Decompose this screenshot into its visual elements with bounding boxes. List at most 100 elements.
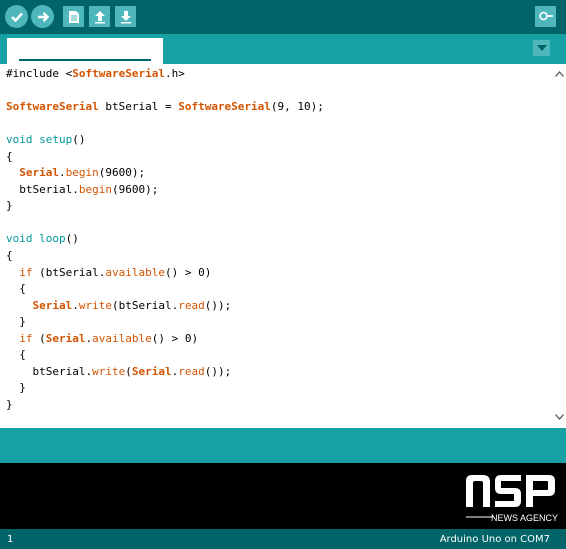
code-token: write (78, 298, 112, 312)
code-token: Serial (131, 364, 172, 378)
chevron-up-icon (554, 71, 564, 77)
code-token: ()); (204, 364, 232, 378)
board-port-info: Arduino Uno on COM7 (439, 534, 550, 545)
arrow-down-icon (120, 10, 131, 23)
code-token: { (6, 149, 13, 163)
code-line[interactable]: { (6, 149, 324, 166)
tab-sketch[interactable] (7, 38, 163, 64)
code-token: (btSerial. (112, 298, 179, 312)
code-line[interactable]: ​ (6, 83, 324, 100)
code-token: Serial (45, 331, 86, 345)
code-token: .h> (164, 67, 185, 80)
status-bar: 1 Arduino Uno on COM7 (0, 529, 566, 549)
code-token: () (65, 232, 79, 246)
code-line[interactable]: Serial.write(btSerial.read()); (6, 298, 324, 315)
code-line[interactable]: { (6, 281, 324, 298)
code-token: SoftwareSerial (72, 67, 165, 80)
code-token: () > 0) (151, 331, 199, 345)
code-token: { (6, 282, 26, 296)
code-token: loop (39, 232, 66, 246)
code-line[interactable]: void loop() (6, 231, 324, 248)
code-line[interactable]: void setup() (6, 132, 324, 149)
tab-strip (0, 34, 566, 64)
code-token: begin (65, 166, 99, 180)
code-token: Serial (19, 166, 59, 180)
code-line[interactable]: } (6, 380, 324, 397)
code-token: begin (78, 182, 112, 196)
code-token: Serial (32, 298, 73, 312)
arrow-up-icon (94, 10, 105, 23)
scroll-down-button[interactable] (552, 411, 566, 423)
code-token: void (6, 232, 33, 246)
code-line[interactable]: Serial.begin(9600); (6, 165, 324, 182)
chevron-down-icon (536, 45, 547, 51)
code-token: } (6, 315, 26, 329)
code-token: if (19, 331, 33, 345)
code-token: (btSerial. (32, 265, 106, 279)
verify-button[interactable] (5, 5, 28, 28)
code-token: if (19, 265, 33, 279)
line-number: 1 (7, 534, 14, 545)
tab-active-indicator (19, 59, 151, 61)
serial-monitor-button[interactable] (535, 6, 556, 27)
chevron-down-icon (554, 414, 564, 420)
code-line[interactable]: btSerial.write(Serial.read()); (6, 364, 324, 381)
code-token: { (6, 348, 26, 362)
logo-subtitle: NEWS AGENCY (490, 513, 558, 523)
code-line[interactable]: btSerial.begin(9600); (6, 182, 324, 199)
code-token: btSerial. (6, 364, 93, 378)
vertical-scrollbar[interactable] (552, 64, 566, 428)
code-token: (9, 10); (270, 100, 324, 114)
code-token: { (6, 249, 13, 263)
code-line[interactable]: { (6, 248, 324, 265)
code-token: setup (39, 133, 73, 147)
code-token: btSerial = (98, 100, 179, 114)
code-token: available (92, 331, 152, 345)
upload-button[interactable] (31, 5, 54, 28)
arrow-right-icon (37, 11, 49, 22)
checkmark-icon (10, 12, 23, 22)
new-file-icon (68, 10, 79, 23)
toolbar (0, 0, 566, 34)
code-token: SoftwareSerial (178, 100, 271, 114)
code-line[interactable]: { (6, 347, 324, 364)
code-token: write (92, 364, 126, 378)
code-token: btSerial. (6, 182, 79, 196)
code-token: ( (32, 331, 46, 345)
magnifier-icon (538, 11, 553, 20)
code-token: () > 0) (164, 265, 212, 279)
code-token: #include < (6, 67, 73, 80)
code-token: . (59, 166, 66, 180)
code-line[interactable]: #include <SoftwareSerial.h> (6, 66, 324, 83)
code-line[interactable]: if (Serial.available() > 0) (6, 331, 324, 348)
code-token: SoftwareSerial (6, 100, 99, 114)
code-line[interactable]: } (6, 314, 324, 331)
code-line[interactable]: if (btSerial.available() > 0) (6, 265, 324, 282)
code-token: (9600); (98, 166, 146, 180)
code-line[interactable]: SoftwareSerial btSerial = SoftwareSerial… (6, 99, 324, 116)
open-button[interactable] (89, 6, 110, 27)
code-token: (9600); (111, 182, 159, 196)
code-editor[interactable]: #include <SoftwareSerial.h>​SoftwareSeri… (0, 64, 566, 428)
code-token: () (72, 133, 86, 147)
code-token: ( (125, 364, 132, 378)
code-token: } (6, 199, 13, 213)
code-text[interactable]: #include <SoftwareSerial.h>​SoftwareSeri… (6, 66, 324, 413)
code-token: read (178, 298, 205, 312)
code-token: available (105, 265, 165, 279)
code-token: } (6, 381, 26, 395)
tab-menu-button[interactable] (533, 40, 550, 56)
code-token: } (6, 397, 13, 411)
code-line[interactable]: ​ (6, 116, 324, 133)
message-bar (0, 432, 566, 463)
code-line[interactable]: } (6, 397, 324, 414)
scroll-up-button[interactable] (552, 68, 566, 80)
save-button[interactable] (115, 6, 136, 27)
code-line[interactable]: ​ (6, 215, 324, 232)
new-button[interactable] (63, 6, 84, 27)
code-line[interactable]: } (6, 198, 324, 215)
